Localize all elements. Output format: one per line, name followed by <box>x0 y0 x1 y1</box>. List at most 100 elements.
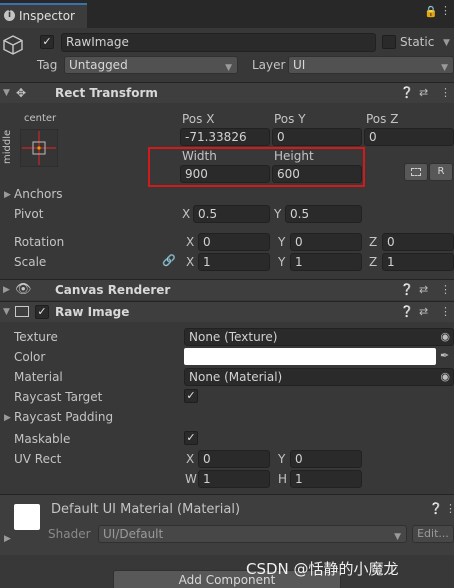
lock-icon[interactable]: 🔒 <box>424 5 438 18</box>
context-menu-icon[interactable]: ⋮ <box>440 305 451 318</box>
chevron-down-icon: ▼ <box>441 63 448 73</box>
uv-y-axis-label: Y <box>278 452 286 466</box>
rect-transform-title: Rect Transform <box>55 86 158 100</box>
object-picker-icon[interactable]: ◉ <box>440 329 450 345</box>
anchor-horizontal-label: center <box>24 113 57 124</box>
canvas-renderer-header[interactable]: ▶ 👁 Canvas Renderer ❔ ⇄ ⋮ <box>0 279 454 300</box>
raycast-padding-foldout-icon[interactable]: ▶ <box>4 413 11 423</box>
pivot-label: Pivot <box>14 207 44 221</box>
scale-x-field[interactable]: 1 <box>198 253 270 271</box>
posy-field[interactable]: 0 <box>272 128 362 146</box>
raycast-padding-label[interactable]: Raycast Padding <box>14 410 113 424</box>
gameobject-name-input[interactable]: RawImage <box>61 33 376 52</box>
uvrect-label: UV Rect <box>14 452 62 466</box>
tab-bar: i Inspector 🔒 ⋮ <box>0 0 454 28</box>
anchor-presets-button[interactable] <box>19 128 59 168</box>
constrain-proportions-icon[interactable]: 🔗 <box>162 254 176 267</box>
uv-x-field[interactable]: 0 <box>198 450 270 468</box>
material-field[interactable]: None (Material) ◉ <box>184 368 454 386</box>
raw-edit-button[interactable]: R <box>429 163 453 181</box>
raw-image-title: Raw Image <box>55 305 130 319</box>
uv-w-axis-label: W <box>185 472 197 486</box>
info-icon: i <box>4 10 15 21</box>
raw-image-enabled-checkbox[interactable]: ✓ <box>35 305 49 319</box>
material-title: Default UI Material (Material) <box>51 502 241 517</box>
material-foldout-icon[interactable]: ▶ <box>4 534 11 544</box>
chevron-down-icon: ▼ <box>225 63 232 73</box>
uv-y-field[interactable]: 0 <box>290 450 362 468</box>
color-label: Color <box>14 350 46 364</box>
blueprint-icon <box>411 168 421 176</box>
pivot-y-field[interactable]: 0.5 <box>285 205 362 223</box>
maskable-checkbox[interactable]: ✓ <box>184 431 198 445</box>
pivot-x-axis-label: X <box>182 207 191 221</box>
shader-label: Shader <box>48 527 91 541</box>
layer-dropdown[interactable]: UI ▼ <box>288 56 454 74</box>
help-icon[interactable]: ❔ <box>400 305 414 318</box>
image-icon <box>15 306 29 317</box>
tag-dropdown[interactable]: Untagged ▼ <box>64 56 238 74</box>
foldout-open-icon[interactable]: ▼ <box>3 88 10 98</box>
context-menu-icon[interactable]: ⋮ <box>445 502 454 515</box>
canvas-renderer-title: Canvas Renderer <box>55 283 171 297</box>
rotation-x-axis-label: X <box>186 235 195 249</box>
tab-inspector[interactable]: i Inspector <box>0 3 87 28</box>
help-icon[interactable]: ❔ <box>400 86 414 99</box>
posz-field[interactable]: 0 <box>364 128 454 146</box>
rotation-y-field[interactable]: 0 <box>290 233 362 251</box>
rotation-x-field[interactable]: 0 <box>198 233 270 251</box>
rotation-z-field[interactable]: 0 <box>382 233 454 251</box>
rotation-z-axis-label: Z <box>369 235 378 249</box>
more-menu-icon[interactable]: ⋮ <box>440 4 451 17</box>
posx-field[interactable]: -71.33826 <box>180 128 270 146</box>
layer-value: UI <box>293 58 306 72</box>
scale-label: Scale <box>14 255 47 269</box>
tag-label: Tag <box>37 58 58 72</box>
foldout-open-icon[interactable]: ▼ <box>3 307 10 317</box>
rect-transform-header[interactable]: ▼ ✥ Rect Transform ❔ ⇄ ⋮ <box>0 82 454 103</box>
uv-w-field[interactable]: 1 <box>198 470 270 488</box>
checkmark-icon: ✓ <box>186 431 196 444</box>
tab-inspector-label: Inspector <box>19 9 75 23</box>
context-menu-icon[interactable]: ⋮ <box>440 86 451 99</box>
posy-label: Pos Y <box>274 112 306 126</box>
scale-y-field[interactable]: 1 <box>290 253 362 271</box>
color-swatch[interactable] <box>184 348 436 365</box>
size-highlight-box <box>148 147 365 187</box>
shader-edit-button[interactable]: Edit... <box>412 525 454 543</box>
preset-icon[interactable]: ⇄ <box>419 86 428 99</box>
foldout-closed-icon[interactable]: ▶ <box>3 285 10 295</box>
material-value: None (Material) <box>189 370 283 384</box>
static-checkbox[interactable] <box>382 35 396 49</box>
active-checkbox[interactable]: ✓ <box>40 35 54 49</box>
anchor-vertical-label: middle <box>2 129 13 164</box>
uv-x-axis-label: X <box>186 452 195 466</box>
pivot-x-field[interactable]: 0.5 <box>193 205 270 223</box>
texture-label: Texture <box>14 330 58 344</box>
anchors-foldout-icon[interactable]: ▶ <box>4 190 11 200</box>
rotation-label: Rotation <box>14 235 65 249</box>
raw-image-header[interactable]: ▼ ✓ Raw Image ❔ ⇄ ⋮ <box>0 301 454 322</box>
tag-value: Untagged <box>69 58 128 72</box>
uv-h-field[interactable]: 1 <box>290 470 362 488</box>
texture-value: None (Texture) <box>189 330 278 344</box>
checkmark-icon: ✓ <box>37 305 47 318</box>
blueprint-mode-button[interactable] <box>404 163 428 181</box>
raycast-target-checkbox[interactable]: ✓ <box>184 389 198 403</box>
static-dropdown-icon[interactable]: ▼ <box>443 38 450 48</box>
shader-dropdown[interactable]: UI/Default ▼ <box>98 525 407 543</box>
help-icon[interactable]: ❔ <box>429 502 443 515</box>
preset-icon[interactable]: ⇄ <box>419 305 428 318</box>
context-menu-icon[interactable]: ⋮ <box>440 283 451 296</box>
texture-field[interactable]: None (Texture) ◉ <box>184 328 454 346</box>
scale-z-field[interactable]: 1 <box>382 253 454 271</box>
preset-icon[interactable]: ⇄ <box>419 283 428 296</box>
eyedropper-icon[interactable]: ✒ <box>440 349 449 362</box>
anchors-label[interactable]: Anchors <box>14 187 63 201</box>
uv-h-axis-label: H <box>278 472 288 486</box>
rect-transform-icon: ✥ <box>16 86 27 100</box>
object-picker-icon[interactable]: ◉ <box>440 369 450 385</box>
posx-label: Pos X <box>182 112 215 126</box>
help-icon[interactable]: ❔ <box>400 283 414 296</box>
gameobject-cube-icon <box>2 34 24 56</box>
